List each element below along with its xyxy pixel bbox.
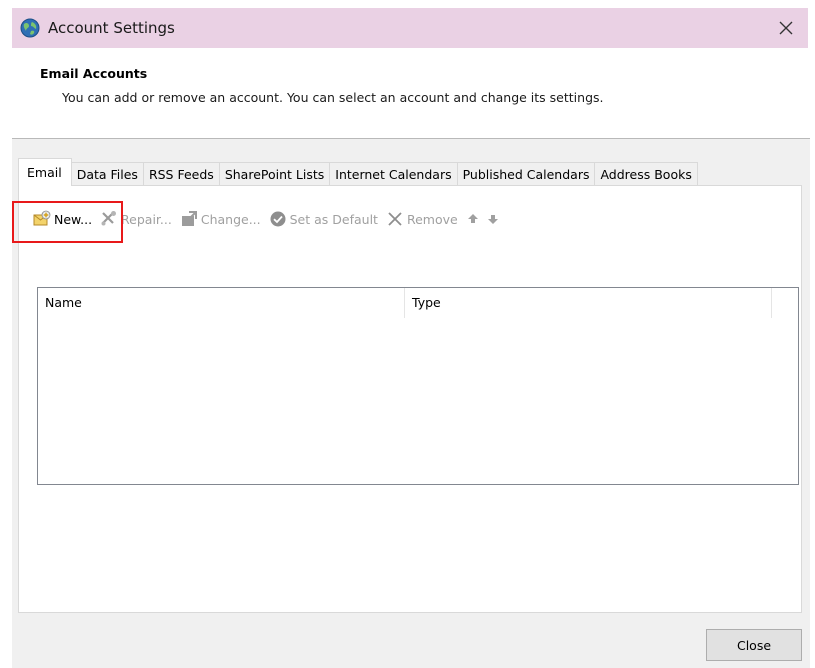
move-up-button[interactable] (466, 210, 480, 228)
list-header: Name Type (38, 288, 798, 318)
section-description: You can add or remove an account. You ca… (62, 90, 604, 105)
repair-icon (100, 210, 118, 228)
column-header-filler (772, 288, 798, 318)
tab-address-books[interactable]: Address Books (594, 162, 698, 186)
arrow-up-icon (466, 210, 480, 228)
tab-data-files[interactable]: Data Files (70, 162, 144, 186)
tab-internet-calendars[interactable]: Internet Calendars (329, 162, 458, 186)
new-button-label: New... (54, 211, 93, 227)
outlook-globe-icon (20, 18, 40, 38)
remove-x-icon (386, 210, 404, 228)
change-button-label: Change... (200, 211, 261, 227)
window-title: Account Settings (48, 19, 175, 37)
tab-published-calendars[interactable]: Published Calendars (456, 162, 596, 186)
remove-button-label: Remove (406, 211, 458, 227)
tab-sharepoint-lists[interactable]: SharePoint Lists (218, 162, 331, 186)
repair-button[interactable]: Repair... (100, 210, 172, 228)
remove-button[interactable]: Remove (386, 210, 458, 228)
tab-email[interactable]: Email (18, 158, 72, 186)
close-icon[interactable] (772, 14, 800, 42)
tab-rss-feeds[interactable]: RSS Feeds (142, 162, 220, 186)
set-as-default-label: Set as Default (289, 211, 378, 227)
new-account-icon (33, 210, 51, 228)
account-toolbar: New... Repair... Change... Set as Defaul… (33, 207, 508, 231)
account-settings-dialog: Account Settings Email Accounts You can … (0, 0, 815, 668)
accounts-list[interactable]: Name Type (37, 287, 799, 485)
move-down-button[interactable] (486, 210, 500, 228)
column-header-type[interactable]: Type (405, 288, 772, 318)
column-header-name[interactable]: Name (38, 288, 405, 318)
arrow-down-icon (486, 210, 500, 228)
checkmark-circle-icon (269, 210, 287, 228)
section-heading: Email Accounts (40, 66, 148, 81)
close-button[interactable]: Close (706, 629, 802, 661)
tab-strip: Email Data Files RSS Feeds SharePoint Li… (18, 158, 698, 186)
title-bar: Account Settings (12, 8, 808, 48)
repair-button-label: Repair... (121, 211, 172, 227)
set-as-default-button[interactable]: Set as Default (269, 210, 378, 228)
dialog-body: Email Data Files RSS Feeds SharePoint Li… (12, 139, 810, 668)
email-tab-panel: New... Repair... Change... Set as Defaul… (18, 185, 802, 613)
change-icon (180, 210, 198, 228)
header-area: Email Accounts You can add or remove an … (0, 48, 815, 140)
change-button[interactable]: Change... (180, 210, 261, 228)
new-button[interactable]: New... (33, 210, 92, 228)
